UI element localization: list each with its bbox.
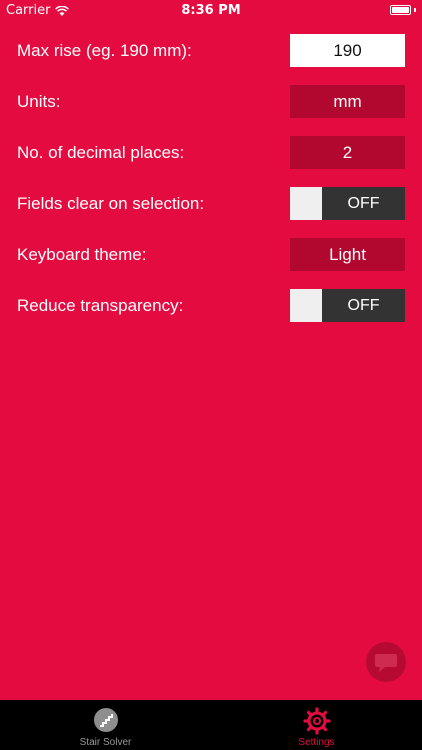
setting-reduce-transparency: Reduce transparency: OFF [0,289,422,323]
keyboard-theme-label: Keyboard theme: [17,245,147,264]
max-rise-label: Max rise (eg. 190 mm): [17,41,192,60]
chat-bubble-icon [375,654,397,672]
stairs-icon [93,708,118,732]
feedback-button[interactable] [366,642,406,682]
tab-stair-solver[interactable]: Stair Solver [0,700,211,750]
setting-units: Units: mm [0,85,422,119]
setting-keyboard-theme: Keyboard theme: Light [0,238,422,272]
battery-tip [414,8,416,12]
gear-icon [302,707,331,735]
tab-label: Settings [298,737,335,748]
toggle-state: OFF [322,289,405,322]
battery-indicator [390,5,416,15]
units-label: Units: [17,92,61,111]
tab-label: Stair Solver [79,737,132,748]
toggle-knob [290,289,322,322]
battery-icon [390,5,411,15]
settings-list: Max rise (eg. 190 mm): 190 Units: mm No.… [0,34,422,340]
clock: 8:36 PM [181,3,241,18]
units-select[interactable]: mm [290,85,405,118]
reduce-transparency-toggle[interactable]: OFF [290,289,405,322]
fields-clear-label: Fields clear on selection: [17,194,205,213]
setting-fields-clear: Fields clear on selection: OFF [0,187,422,221]
keyboard-theme-select[interactable]: Light [290,238,405,271]
toggle-state: OFF [322,187,405,220]
setting-decimal-places: No. of decimal places: 2 [0,136,422,170]
status-bar: Carrier 8:36 PM [0,0,422,22]
fields-clear-toggle[interactable]: OFF [290,187,405,220]
tab-settings[interactable]: Settings [211,700,422,750]
setting-max-rise: Max rise (eg. 190 mm): 190 [0,34,422,68]
max-rise-input[interactable]: 190 [290,34,405,67]
decimal-places-select[interactable]: 2 [290,136,405,169]
reduce-transparency-label: Reduce transparency: [17,296,184,315]
decimal-places-label: No. of decimal places: [17,143,185,162]
tab-bar: Stair Solver Settings [0,700,422,750]
toggle-knob [290,187,322,220]
